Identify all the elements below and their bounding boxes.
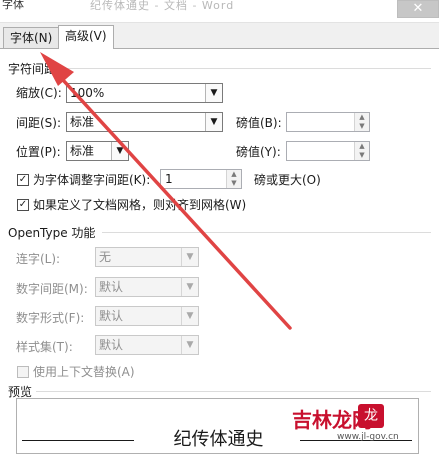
kerning-value: 1 — [165, 172, 173, 186]
number-spacing-label: 数字间距(M): — [16, 282, 88, 296]
position-label: 位置(P): — [16, 145, 61, 159]
kerning-suffix: 磅或更大(O) — [254, 173, 321, 187]
tab-advanced[interactable]: 高级(V) — [58, 25, 114, 49]
number-spacing-select[interactable]: 默认 ▼ — [95, 277, 199, 297]
ligatures-value: 无 — [99, 250, 112, 264]
number-spacing-value: 默认 — [99, 280, 124, 294]
chevron-down-icon: ▼ — [181, 336, 198, 354]
stylistic-sets-value: 默认 — [99, 338, 124, 352]
chevron-down-icon: ▼ — [181, 248, 198, 266]
stylistic-sets-label: 样式集(T): — [16, 340, 73, 354]
chevron-down-icon: ▼ — [181, 307, 198, 325]
spin-down-icon[interactable]: ▼ — [355, 122, 369, 131]
kerning-spinner[interactable]: 1 ▲ ▼ — [160, 169, 242, 189]
group-separator — [64, 68, 431, 69]
ligatures-select[interactable]: 无 ▼ — [95, 247, 199, 267]
position-value: 标准 — [70, 144, 95, 158]
kerning-checkbox[interactable]: ✓ — [17, 174, 29, 186]
spacing-label: 间距(S): — [16, 116, 62, 130]
chevron-down-icon: ▼ — [205, 84, 222, 102]
watermark-logo: 龙 — [358, 404, 384, 428]
chevron-down-icon: ▼ — [181, 278, 198, 296]
group-title-opentype: OpenType 功能 — [8, 226, 96, 240]
spacing-points-spinner[interactable]: ▲ ▼ — [286, 112, 370, 132]
snap-to-grid-checkbox[interactable]: ✓ — [17, 199, 29, 211]
tab-font[interactable]: 字体(N) — [3, 27, 60, 49]
position-points-spinner[interactable]: ▲ ▼ — [286, 141, 370, 161]
check-icon: ✓ — [18, 174, 28, 185]
number-forms-value: 默认 — [99, 309, 124, 323]
spacing-points-label: 磅值(B): — [236, 116, 282, 130]
spin-down-icon[interactable]: ▼ — [355, 151, 369, 160]
group-title-character-spacing: 字符间距 — [8, 62, 57, 76]
position-points-label: 磅值(Y): — [236, 145, 281, 159]
preview-baseline-left — [22, 440, 134, 441]
watermark-url: www.jl-gov.cn — [337, 432, 399, 442]
window-title: 字体 — [2, 0, 24, 11]
close-button[interactable]: ✕ — [397, 0, 439, 18]
ligatures-label: 连字(L): — [16, 252, 61, 266]
snap-to-grid-label: 如果定义了文档网格，则对齐到网格(W) — [33, 198, 247, 212]
contextual-alternates-label: 使用上下文替换(A) — [33, 365, 135, 379]
number-forms-label: 数字形式(F): — [16, 311, 85, 325]
number-forms-select[interactable]: 默认 ▼ — [95, 306, 199, 326]
spacing-select[interactable]: 标准 ▼ — [66, 112, 223, 132]
scale-label: 缩放(C): — [16, 86, 62, 100]
position-select[interactable]: 标准 ▼ — [66, 141, 129, 161]
group-separator — [102, 232, 431, 233]
title-bar: 字体 纪传体通史 - 文档 - Word ✕ — [0, 0, 439, 23]
dialog-panel — [0, 48, 439, 455]
scale-select[interactable]: 100% ▼ — [66, 83, 223, 103]
contextual-alternates-checkbox[interactable] — [17, 366, 29, 378]
spin-down-icon[interactable]: ▼ — [227, 179, 241, 188]
check-icon: ✓ — [18, 199, 28, 210]
spacing-value: 标准 — [70, 115, 95, 129]
window-title-blurred: 纪传体通史 - 文档 - Word — [90, 0, 235, 12]
scale-value: 100% — [70, 86, 105, 100]
group-separator — [36, 391, 431, 392]
stylistic-sets-select[interactable]: 默认 ▼ — [95, 335, 199, 355]
kerning-label: 为字体调整字间距(K): — [33, 173, 151, 187]
chevron-down-icon: ▼ — [111, 142, 128, 160]
chevron-down-icon: ▼ — [205, 113, 222, 131]
